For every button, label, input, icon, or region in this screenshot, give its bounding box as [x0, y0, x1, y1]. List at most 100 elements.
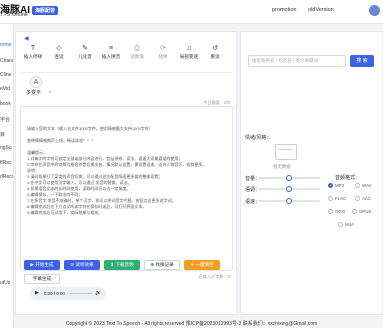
radio-label: AAC [362, 196, 372, 201]
audio-player: ▶ 0:00 / 0:00 🔊 [30, 287, 106, 300]
tool-insert-pause[interactable]: T 插入停顿 [20, 44, 46, 60]
user-avatar[interactable] [369, 5, 380, 16]
sidebar-item[interactable]: utUs [0, 280, 10, 286]
tool-label: 重读 [210, 54, 220, 59]
tool-label: 局部变速 [179, 54, 199, 59]
placeholder-line: 2.字符在声音中的特殊功能合作是切换出各，情况默认设置，需设置语速、适合人物音乐… [27, 162, 207, 167]
tool-label: 读数值 [130, 54, 144, 59]
radio-dot [352, 209, 357, 215]
radio-dot [328, 183, 333, 189]
radio-label: FLAC [335, 196, 347, 201]
tool-label: 插入停顿 [23, 54, 43, 59]
preview-button[interactable]: ⊙ 试听效果 [64, 260, 100, 270]
sidebar-item[interactable]: eVid [0, 86, 10, 92]
radio-dot [328, 196, 333, 202]
speed-icon: ♫ [186, 45, 192, 52]
sidebar-item[interactable]: book [0, 101, 11, 107]
radio-dot [338, 222, 343, 228]
number-icon: ⎙ [134, 45, 140, 52]
subtitle-button[interactable]: 字幕生成 [24, 274, 60, 284]
volume-icon[interactable]: 🔊 [95, 290, 101, 296]
radio-dot [355, 183, 360, 189]
empty-text: 暂无数据 [273, 164, 291, 169]
slider-handle[interactable] [286, 186, 292, 192]
tool-insert-pinyin[interactable]: ≡ 插入拼音 [98, 44, 124, 60]
tool-erhua[interactable]: ✎ 儿化音 [72, 44, 98, 60]
editor-panel: ◀ T 插入停顿 ◇ 连读 ✎ 儿化音 ≡ 插入拼音 ⎙ 读数值 ⟳ 替换 ♫ … [15, 31, 237, 315]
tool-liaison[interactable]: ◇ 连读 [46, 44, 72, 60]
format-flac-radio[interactable]: FLAC [328, 196, 347, 202]
voice-name[interactable]: 多变平 [26, 89, 41, 96]
replace-icon: ⟳ [160, 45, 166, 52]
format-wav-radio[interactable]: WAV [355, 183, 372, 189]
tool-label: 替换 [158, 54, 168, 59]
radio-label: MP3 [335, 183, 345, 188]
history-button[interactable]: ⊕ 找换记录 [144, 260, 180, 270]
pitch-slider[interactable] [258, 186, 320, 192]
download-button[interactable]: ⬇ 下载音频 [104, 260, 140, 270]
slider-handle[interactable] [286, 175, 292, 181]
tool-replace[interactable]: ⟳ 替换 [150, 44, 176, 60]
top-bar: 海豚AI 海豚配音 TTS Online promotion oldVersion [0, 0, 383, 24]
placeholder-line: 请输入您的文本（输入长文件3000字符，使用情感最大支持1000字符） [27, 126, 153, 131]
tool-label: 插入拼音 [101, 54, 121, 59]
placeholder-line: 各种情情感朗声上线，畅读体验！！！ [27, 138, 95, 143]
format-ogg-radio[interactable]: OGG [328, 209, 346, 215]
format-m4a-radio[interactable]: M4A [338, 222, 355, 228]
audio-progress[interactable] [70, 293, 92, 294]
sidebar-item[interactable]: Chara [0, 58, 13, 64]
placeholder-line: 9.编辑完成后可试用下，实际效果与相关。 [27, 210, 103, 215]
editor-toolbar: T 插入停顿 ◇ 连读 ✎ 儿化音 ≡ 插入拼音 ⎙ 读数值 ⟳ 替换 ♫ 局部… [16, 44, 238, 70]
voice-panel [240, 31, 383, 315]
format-title: 音频格式： [335, 175, 361, 181]
radio-dot [328, 209, 333, 215]
generate-button[interactable]: ▶ 开始生成 [24, 260, 60, 270]
radio-label: OPUS [359, 209, 372, 214]
chevron-down-icon[interactable]: ▾ [49, 89, 51, 94]
text-input[interactable]: 请输入您的文本（输入长文件3000字符，使用情感最大支持1000字符） 各种情情… [20, 106, 233, 271]
sidebar-item[interactable]: ngSu [0, 145, 12, 151]
radio-label: M4A [345, 222, 355, 227]
empty-data-icon [275, 144, 297, 160]
nav-old-version[interactable]: oldVersion [308, 7, 334, 13]
link-icon: ◇ [56, 45, 62, 52]
tool-label: 儿化音 [78, 54, 92, 59]
back-icon[interactable]: ◀ [24, 35, 29, 42]
sidebar-item[interactable]: rome [0, 42, 11, 48]
sidebar-item[interactable]: 目 [0, 131, 5, 138]
logo-badge: 海豚配音 [32, 5, 59, 15]
search-button[interactable]: 搜 索 [350, 55, 374, 67]
voice-avatar-icon[interactable]: A [30, 76, 42, 88]
app-subtitle: TTS Online [0, 12, 28, 18]
sidebar-item[interactable]: dReco [0, 174, 13, 180]
audio-time: 0:00 / 0:00 [44, 291, 65, 296]
toolbar-divider [21, 72, 233, 73]
tool-reread[interactable]: ↺ 重读 [202, 44, 228, 60]
footer: Copyright © 2023 Text To Speech - All ri… [65, 321, 318, 327]
reread-icon: ↺ [212, 45, 218, 52]
pen-icon: ✎ [82, 45, 88, 52]
format-aac-radio[interactable]: AAC [355, 196, 372, 202]
radio-dot [355, 196, 360, 202]
pause-icon: T [30, 45, 36, 52]
speed-slider[interactable] [258, 198, 320, 204]
volume-slider[interactable] [258, 175, 320, 181]
search-input[interactable]: 搜索角色名 / 标签名 / 简介关键词 [248, 55, 346, 67]
radio-label: WAV [362, 183, 372, 188]
slider-handle[interactable] [286, 198, 292, 204]
nav-promotion[interactable]: promotion [272, 7, 296, 13]
sidebar-item[interactable]: 字合 [0, 116, 10, 123]
sidebar: rome Chara Cline eVid book 字合 目 ngSu ftR… [0, 24, 14, 328]
action-row: ▶ 开始生成 ⊙ 试听效果 ⬇ 下载音频 ⊕ 找换记录 ✦ 一键清空 [24, 260, 234, 270]
sidebar-item[interactable]: ftRec [0, 160, 12, 166]
sidebar-item[interactable]: Cline [0, 72, 11, 78]
format-opus-radio[interactable]: OPUS [352, 209, 372, 215]
clear-button[interactable]: ✦ 一键清空 [184, 260, 220, 270]
play-icon[interactable]: ▶ [35, 290, 39, 296]
format-mp3-radio[interactable]: MP3 [328, 183, 345, 189]
tool-local-speed[interactable]: ♫ 局部变速 [176, 44, 202, 60]
action-row-2: 字幕生成 [24, 274, 234, 284]
tool-read-number[interactable]: ⎙ 读数值 [124, 44, 150, 60]
pinyin-icon: ≡ [108, 45, 114, 52]
radio-label: OGG [335, 209, 346, 214]
